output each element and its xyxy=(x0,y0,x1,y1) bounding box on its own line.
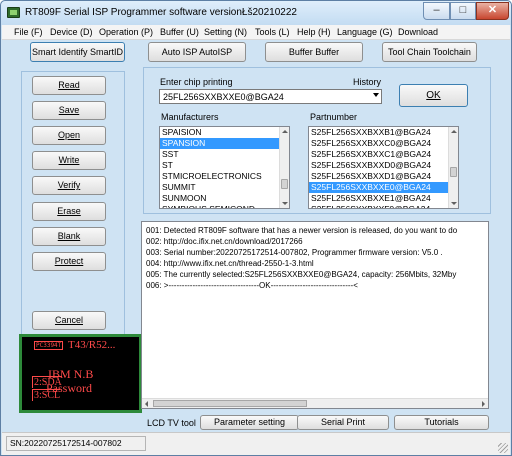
log-output[interactable]: 001: Detected RT809F software that has a… xyxy=(141,221,489,409)
scroll-down-icon[interactable] xyxy=(282,202,288,205)
partnumber-list-item[interactable]: S25FL256SXXBXXE1@BGA24 xyxy=(309,193,458,204)
manufacturer-list-item[interactable]: SYMBIOUS SEMICOND xyxy=(160,204,289,208)
menu-buffer[interactable]: Buffer (U) xyxy=(160,27,199,37)
lcd-preview: PC3394T T43/R52... IBM N.B Password 2:SD… xyxy=(19,334,142,413)
enter-chip-label: Enter chip printing xyxy=(160,77,233,87)
window-title: RT809F Serial ISP Programmer software ve… xyxy=(25,7,297,18)
cancel-button[interactable]: Cancel xyxy=(32,311,106,330)
menu-bar: File (F) Device (D) Operation (P) Buffer… xyxy=(2,25,510,40)
chevron-down-icon[interactable] xyxy=(373,93,379,97)
partnumber-list[interactable]: S25FL256SXXBXXB1@BGA24 S25FL256SXXBXXC0@B… xyxy=(308,126,459,209)
app-icon xyxy=(7,7,20,18)
manufacturers-scrollbar[interactable] xyxy=(279,127,289,208)
scroll-right-icon[interactable] xyxy=(482,401,485,407)
save-button[interactable]: Save xyxy=(32,101,106,120)
parameter-setting-button[interactable]: Parameter setting xyxy=(200,415,299,430)
scroll-thumb[interactable] xyxy=(153,400,307,407)
scroll-down-icon[interactable] xyxy=(451,202,457,205)
serial-print-button[interactable]: Serial Print xyxy=(297,415,389,430)
lcd-tv-tool-label[interactable]: LCD TV tool xyxy=(147,418,196,428)
chip-search-value: 25FL256SXXBXXE0@BGA24 xyxy=(163,92,284,102)
verify-button[interactable]: Verify xyxy=(32,176,106,195)
tutorials-button[interactable]: Tutorials xyxy=(394,415,489,430)
manufacturer-list-item[interactable]: SPANSION xyxy=(160,138,289,149)
blank-button[interactable]: Blank xyxy=(32,227,106,246)
close-button[interactable]: ✕ xyxy=(476,2,509,20)
scroll-left-icon[interactable] xyxy=(145,401,148,407)
log-line: 005: The currently selected:S25FL256SXXB… xyxy=(146,270,457,279)
partnumber-list-item[interactable]: S25FL256SXXBXXD0@BGA24 xyxy=(309,160,458,171)
partnumber-list-item[interactable]: S25FL256SXXBXXB1@BGA24 xyxy=(309,127,458,138)
log-line: 003: Serial number:20220725172514-007802… xyxy=(146,248,443,257)
minimize-button[interactable]: – xyxy=(423,2,450,20)
cancel-label: Cancel xyxy=(54,315,83,325)
maximize-button[interactable]: □ xyxy=(450,2,476,20)
manufacturer-list-item[interactable]: SUNMOON xyxy=(160,193,289,204)
blank-label: Blank xyxy=(57,231,81,241)
scroll-up-icon[interactable] xyxy=(451,130,457,133)
lcd-chip-label: PC3394T xyxy=(34,341,64,350)
main-window: RT809F Serial ISP Programmer software ve… xyxy=(0,0,512,456)
history-label: History xyxy=(353,77,382,87)
buffer-button[interactable]: Buffer Buffer xyxy=(265,42,363,62)
auto-isp-button[interactable]: Auto ISP AutoISP xyxy=(148,42,246,62)
read-button[interactable]: Read xyxy=(32,76,106,95)
menu-help[interactable]: Help (H) xyxy=(297,27,331,37)
ok-button[interactable]: OK xyxy=(399,84,468,107)
protect-button[interactable]: Protect xyxy=(32,252,106,271)
protect-label: Protect xyxy=(54,256,84,266)
serial-number-status: SN:20220725172514-007802 xyxy=(6,436,146,451)
partnumber-scrollbar[interactable] xyxy=(448,127,458,208)
smart-identify-button[interactable]: Smart Identify SmartID xyxy=(30,42,125,62)
manufacturer-list-item[interactable]: SUMMIT xyxy=(160,182,289,193)
menu-file[interactable]: File (F) xyxy=(14,27,43,37)
log-line: 004: http://www.ifix.net.cn/thread-2550-… xyxy=(146,259,314,268)
partnumber-list-item[interactable]: S25FL256SXXBXXD1@BGA24 xyxy=(309,171,458,182)
chip-search-combo[interactable]: 25FL256SXXBXXE0@BGA24 xyxy=(159,89,382,104)
title-bar: RT809F Serial ISP Programmer software ve… xyxy=(1,1,511,25)
menu-tools[interactable]: Tools (L) xyxy=(255,27,290,37)
open-button[interactable]: Open xyxy=(32,126,106,145)
read-label: Read xyxy=(58,80,80,90)
manufacturers-list[interactable]: SPAISION SPANSION SST ST STMICROELECTRONICS S… xyxy=(159,126,290,209)
toolchain-button[interactable]: Tool Chain Toolchain xyxy=(382,42,477,62)
manufacturers-label: Manufacturers xyxy=(161,112,219,122)
log-line: 006: >----------------------------------… xyxy=(146,281,358,290)
erase-label: Erase xyxy=(57,206,81,216)
save-label: Save xyxy=(58,105,80,115)
menu-setting[interactable]: Setting (N) xyxy=(204,27,247,37)
write-button[interactable]: Write xyxy=(32,151,106,170)
partnumber-label: Partnumber xyxy=(310,112,358,122)
resize-grip-icon[interactable] xyxy=(498,443,508,453)
log-line: 002: http://doc.ifix.net.cn/download/201… xyxy=(146,237,303,246)
menu-download[interactable]: Download xyxy=(398,27,438,37)
ok-label: OK xyxy=(426,90,441,101)
verify-label: Verify xyxy=(57,180,81,190)
log-horizontal-scrollbar[interactable] xyxy=(142,398,488,408)
partnumber-list-item[interactable]: S25FL256SXXBXXE0@BGA24 xyxy=(309,182,458,193)
lcd-pin-sda: 2:SDA xyxy=(32,376,62,388)
manufacturer-list-item[interactable]: ST xyxy=(160,160,289,171)
lcd-pin-scl: 3:SCL xyxy=(32,389,61,401)
status-bar: SN:20220725172514-007802 xyxy=(2,432,510,455)
menu-language[interactable]: Language (G) xyxy=(337,27,393,37)
lcd-title: T43/R52... xyxy=(68,339,116,351)
menu-operation[interactable]: Operation (P) xyxy=(99,27,153,37)
partnumber-list-item[interactable]: S25FL256SXXBXXF0@BGA24 xyxy=(309,204,458,208)
erase-button[interactable]: Erase xyxy=(32,202,106,221)
write-label: Write xyxy=(58,155,80,165)
scroll-up-icon[interactable] xyxy=(282,130,288,133)
menu-device[interactable]: Device (D) xyxy=(50,27,93,37)
partnumber-list-item[interactable]: S25FL256SXXBXXC1@BGA24 xyxy=(309,149,458,160)
log-line: 001: Detected RT809F software that has a… xyxy=(146,226,458,235)
scroll-thumb[interactable] xyxy=(281,179,288,189)
manufacturer-list-item[interactable]: SPAISION xyxy=(160,127,289,138)
scroll-thumb[interactable] xyxy=(450,167,457,177)
manufacturer-list-item[interactable]: STMICROELECTRONICS xyxy=(160,171,289,182)
manufacturer-list-item[interactable]: SST xyxy=(160,149,289,160)
open-label: Open xyxy=(57,130,81,140)
partnumber-list-item[interactable]: S25FL256SXXBXXC0@BGA24 xyxy=(309,138,458,149)
